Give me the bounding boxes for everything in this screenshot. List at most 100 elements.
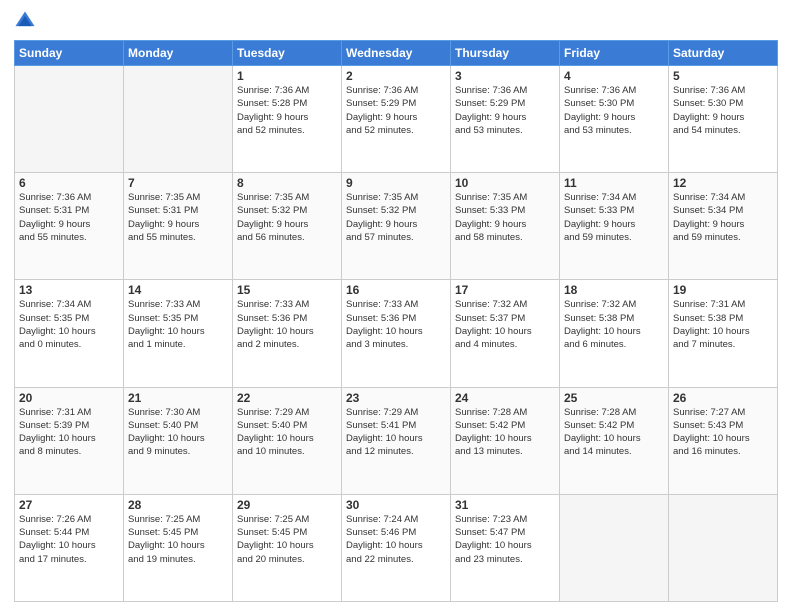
logo-icon: [14, 10, 36, 32]
day-number: 4: [564, 69, 664, 83]
day-number: 10: [455, 176, 555, 190]
day-number: 31: [455, 498, 555, 512]
day-number: 15: [237, 283, 337, 297]
calendar-cell: 5Sunrise: 7:36 AM Sunset: 5:30 PM Daylig…: [669, 66, 778, 173]
calendar-header-saturday: Saturday: [669, 41, 778, 66]
day-number: 9: [346, 176, 446, 190]
calendar-cell: 12Sunrise: 7:34 AM Sunset: 5:34 PM Dayli…: [669, 173, 778, 280]
day-info: Sunrise: 7:25 AM Sunset: 5:45 PM Dayligh…: [237, 513, 337, 566]
calendar-cell: 1Sunrise: 7:36 AM Sunset: 5:28 PM Daylig…: [233, 66, 342, 173]
day-info: Sunrise: 7:25 AM Sunset: 5:45 PM Dayligh…: [128, 513, 228, 566]
calendar-cell: 24Sunrise: 7:28 AM Sunset: 5:42 PM Dayli…: [451, 387, 560, 494]
day-info: Sunrise: 7:34 AM Sunset: 5:34 PM Dayligh…: [673, 191, 773, 244]
day-number: 6: [19, 176, 119, 190]
calendar-header-friday: Friday: [560, 41, 669, 66]
day-info: Sunrise: 7:35 AM Sunset: 5:31 PM Dayligh…: [128, 191, 228, 244]
day-info: Sunrise: 7:28 AM Sunset: 5:42 PM Dayligh…: [455, 406, 555, 459]
day-number: 30: [346, 498, 446, 512]
calendar-body: 1Sunrise: 7:36 AM Sunset: 5:28 PM Daylig…: [15, 66, 778, 602]
day-info: Sunrise: 7:36 AM Sunset: 5:31 PM Dayligh…: [19, 191, 119, 244]
day-info: Sunrise: 7:36 AM Sunset: 5:30 PM Dayligh…: [673, 84, 773, 137]
day-info: Sunrise: 7:32 AM Sunset: 5:37 PM Dayligh…: [455, 298, 555, 351]
day-info: Sunrise: 7:32 AM Sunset: 5:38 PM Dayligh…: [564, 298, 664, 351]
calendar-cell: 4Sunrise: 7:36 AM Sunset: 5:30 PM Daylig…: [560, 66, 669, 173]
day-info: Sunrise: 7:24 AM Sunset: 5:46 PM Dayligh…: [346, 513, 446, 566]
calendar-cell: 16Sunrise: 7:33 AM Sunset: 5:36 PM Dayli…: [342, 280, 451, 387]
calendar-cell: 20Sunrise: 7:31 AM Sunset: 5:39 PM Dayli…: [15, 387, 124, 494]
calendar-cell: 18Sunrise: 7:32 AM Sunset: 5:38 PM Dayli…: [560, 280, 669, 387]
day-number: 28: [128, 498, 228, 512]
calendar-header-row: SundayMondayTuesdayWednesdayThursdayFrid…: [15, 41, 778, 66]
day-info: Sunrise: 7:29 AM Sunset: 5:41 PM Dayligh…: [346, 406, 446, 459]
calendar-cell: 9Sunrise: 7:35 AM Sunset: 5:32 PM Daylig…: [342, 173, 451, 280]
calendar-header-sunday: Sunday: [15, 41, 124, 66]
calendar-cell: 14Sunrise: 7:33 AM Sunset: 5:35 PM Dayli…: [124, 280, 233, 387]
day-number: 27: [19, 498, 119, 512]
calendar-cell: 6Sunrise: 7:36 AM Sunset: 5:31 PM Daylig…: [15, 173, 124, 280]
calendar-cell: 3Sunrise: 7:36 AM Sunset: 5:29 PM Daylig…: [451, 66, 560, 173]
calendar-cell: 2Sunrise: 7:36 AM Sunset: 5:29 PM Daylig…: [342, 66, 451, 173]
calendar-cell: 30Sunrise: 7:24 AM Sunset: 5:46 PM Dayli…: [342, 494, 451, 601]
day-number: 21: [128, 391, 228, 405]
day-number: 22: [237, 391, 337, 405]
day-number: 29: [237, 498, 337, 512]
day-number: 20: [19, 391, 119, 405]
day-number: 13: [19, 283, 119, 297]
calendar-cell: [15, 66, 124, 173]
day-info: Sunrise: 7:28 AM Sunset: 5:42 PM Dayligh…: [564, 406, 664, 459]
calendar-cell: 29Sunrise: 7:25 AM Sunset: 5:45 PM Dayli…: [233, 494, 342, 601]
day-info: Sunrise: 7:26 AM Sunset: 5:44 PM Dayligh…: [19, 513, 119, 566]
calendar-week-1: 1Sunrise: 7:36 AM Sunset: 5:28 PM Daylig…: [15, 66, 778, 173]
calendar-week-4: 20Sunrise: 7:31 AM Sunset: 5:39 PM Dayli…: [15, 387, 778, 494]
calendar-cell: 26Sunrise: 7:27 AM Sunset: 5:43 PM Dayli…: [669, 387, 778, 494]
day-number: 26: [673, 391, 773, 405]
calendar-cell: 11Sunrise: 7:34 AM Sunset: 5:33 PM Dayli…: [560, 173, 669, 280]
day-info: Sunrise: 7:33 AM Sunset: 5:36 PM Dayligh…: [346, 298, 446, 351]
page-container: SundayMondayTuesdayWednesdayThursdayFrid…: [0, 0, 792, 612]
day-info: Sunrise: 7:35 AM Sunset: 5:32 PM Dayligh…: [237, 191, 337, 244]
calendar-cell: [669, 494, 778, 601]
day-info: Sunrise: 7:23 AM Sunset: 5:47 PM Dayligh…: [455, 513, 555, 566]
logo: [14, 10, 40, 32]
day-number: 17: [455, 283, 555, 297]
calendar-cell: 17Sunrise: 7:32 AM Sunset: 5:37 PM Dayli…: [451, 280, 560, 387]
calendar-cell: 23Sunrise: 7:29 AM Sunset: 5:41 PM Dayli…: [342, 387, 451, 494]
day-number: 2: [346, 69, 446, 83]
calendar-header-monday: Monday: [124, 41, 233, 66]
day-info: Sunrise: 7:30 AM Sunset: 5:40 PM Dayligh…: [128, 406, 228, 459]
day-info: Sunrise: 7:34 AM Sunset: 5:35 PM Dayligh…: [19, 298, 119, 351]
day-info: Sunrise: 7:35 AM Sunset: 5:33 PM Dayligh…: [455, 191, 555, 244]
calendar-cell: [560, 494, 669, 601]
day-number: 23: [346, 391, 446, 405]
day-info: Sunrise: 7:31 AM Sunset: 5:39 PM Dayligh…: [19, 406, 119, 459]
day-info: Sunrise: 7:31 AM Sunset: 5:38 PM Dayligh…: [673, 298, 773, 351]
calendar-cell: [124, 66, 233, 173]
calendar-cell: 22Sunrise: 7:29 AM Sunset: 5:40 PM Dayli…: [233, 387, 342, 494]
day-number: 18: [564, 283, 664, 297]
calendar-cell: 28Sunrise: 7:25 AM Sunset: 5:45 PM Dayli…: [124, 494, 233, 601]
calendar-cell: 7Sunrise: 7:35 AM Sunset: 5:31 PM Daylig…: [124, 173, 233, 280]
day-number: 8: [237, 176, 337, 190]
day-info: Sunrise: 7:36 AM Sunset: 5:29 PM Dayligh…: [455, 84, 555, 137]
day-number: 14: [128, 283, 228, 297]
day-number: 11: [564, 176, 664, 190]
calendar-table: SundayMondayTuesdayWednesdayThursdayFrid…: [14, 40, 778, 602]
calendar-cell: 15Sunrise: 7:33 AM Sunset: 5:36 PM Dayli…: [233, 280, 342, 387]
day-info: Sunrise: 7:36 AM Sunset: 5:28 PM Dayligh…: [237, 84, 337, 137]
day-number: 25: [564, 391, 664, 405]
calendar-cell: 13Sunrise: 7:34 AM Sunset: 5:35 PM Dayli…: [15, 280, 124, 387]
header: [14, 10, 778, 32]
calendar-week-5: 27Sunrise: 7:26 AM Sunset: 5:44 PM Dayli…: [15, 494, 778, 601]
day-info: Sunrise: 7:36 AM Sunset: 5:29 PM Dayligh…: [346, 84, 446, 137]
day-number: 7: [128, 176, 228, 190]
day-number: 16: [346, 283, 446, 297]
calendar-cell: 31Sunrise: 7:23 AM Sunset: 5:47 PM Dayli…: [451, 494, 560, 601]
day-info: Sunrise: 7:33 AM Sunset: 5:35 PM Dayligh…: [128, 298, 228, 351]
day-info: Sunrise: 7:34 AM Sunset: 5:33 PM Dayligh…: [564, 191, 664, 244]
calendar-cell: 8Sunrise: 7:35 AM Sunset: 5:32 PM Daylig…: [233, 173, 342, 280]
calendar-header-tuesday: Tuesday: [233, 41, 342, 66]
day-info: Sunrise: 7:27 AM Sunset: 5:43 PM Dayligh…: [673, 406, 773, 459]
calendar-header-wednesday: Wednesday: [342, 41, 451, 66]
calendar-week-3: 13Sunrise: 7:34 AM Sunset: 5:35 PM Dayli…: [15, 280, 778, 387]
day-number: 3: [455, 69, 555, 83]
